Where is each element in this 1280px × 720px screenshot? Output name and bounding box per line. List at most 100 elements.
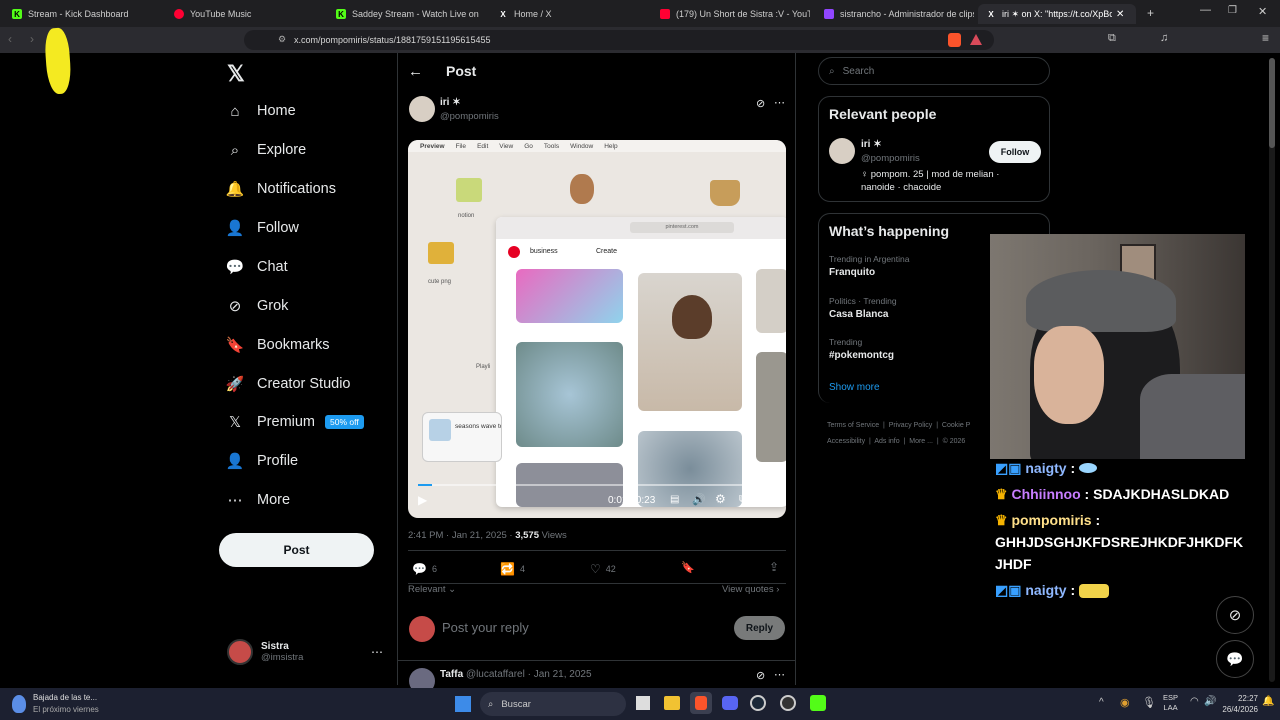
more-options-icon[interactable]: ⋯ xyxy=(774,96,785,109)
tab-twitch-clips[interactable]: sistrancho - Administrador de clips xyxy=(824,4,974,24)
extensions-icon[interactable]: ⧉ xyxy=(1108,32,1116,45)
language-indicator[interactable]: ESP LAA xyxy=(1163,693,1178,713)
back-icon[interactable]: ‹ xyxy=(8,32,12,46)
search-input[interactable]: ⌕ Search xyxy=(818,57,1050,85)
repost-action[interactable]: 🔁 4 xyxy=(500,562,525,576)
trend-item[interactable]: Trending in Argentina Franquito xyxy=(829,254,910,278)
window-titlebar: pinterest.com xyxy=(496,217,786,239)
show-more-link[interactable]: Show more xyxy=(829,382,880,393)
forward-icon[interactable]: › xyxy=(30,32,34,46)
pip-icon[interactable]: ⧉ xyxy=(739,493,747,506)
card-title: What’s happening xyxy=(829,223,950,239)
nav-item-follow[interactable]: 👤 Follow xyxy=(226,210,299,246)
tab-current-post[interactable]: X iri ✶ on X: "https://t.co/XpBcRk ✕ xyxy=(978,4,1136,24)
nav-item-creator-studio[interactable]: 🚀 Creator Studio xyxy=(226,366,351,402)
nav-item-grok[interactable]: ⊘ Grok xyxy=(227,288,289,324)
grok-float-icon[interactable]: ⊘ xyxy=(1216,596,1254,634)
tray-expand-icon[interactable]: ^ xyxy=(1099,697,1104,708)
author-avatar[interactable] xyxy=(409,96,435,122)
video-player[interactable]: Preview File Edit View Go Tools Window H… xyxy=(408,140,786,518)
nav-item-profile[interactable]: 👤 Profile xyxy=(226,443,298,479)
nav-item-bookmarks[interactable]: 🔖 Bookmarks xyxy=(226,327,330,363)
reply-input[interactable]: Post your reply xyxy=(442,620,529,635)
fullscreen-icon[interactable]: ⤢ xyxy=(762,493,771,506)
discord-icon[interactable] xyxy=(722,696,738,710)
pin-image xyxy=(638,273,742,411)
messages-float-icon[interactable]: 💬 xyxy=(1216,640,1254,678)
tab-youtube-music[interactable]: YouTube Music xyxy=(174,4,324,24)
nav-item-home[interactable]: ⌂ Home xyxy=(227,93,295,129)
author-name[interactable]: iri ✶ xyxy=(440,97,461,108)
more-options-icon[interactable]: ⋯ xyxy=(774,668,785,681)
brave-taskbar-icon[interactable] xyxy=(690,692,712,714)
tab-home-x[interactable]: X Home / X xyxy=(498,4,648,24)
grok-icon[interactable]: ⊘ xyxy=(756,97,765,110)
nav-item-chat[interactable]: 💬 Chat xyxy=(226,249,288,285)
account-switcher[interactable]: Sistra @imsistra xyxy=(227,639,303,665)
chat-message: ◩▣ naigty : xyxy=(995,457,1255,479)
nav-item-premium[interactable]: 𝕏 Premium 50% off xyxy=(227,404,364,440)
scrollbar-thumb[interactable] xyxy=(1269,58,1275,148)
video-progress-track[interactable] xyxy=(418,484,776,486)
close-tab-icon[interactable]: ✕ xyxy=(1116,9,1124,20)
volume-icon[interactable]: 🔊 xyxy=(1204,696,1216,707)
obs-icon[interactable] xyxy=(780,695,796,711)
play-icon[interactable]: ▶ xyxy=(418,493,427,507)
view-quotes-link[interactable]: View quotes › xyxy=(722,584,779,595)
nav-item-notifications[interactable]: 🔔 Notifications xyxy=(226,171,336,207)
windows-start-icon[interactable] xyxy=(455,696,471,712)
music-icon[interactable]: ♫ xyxy=(1160,32,1168,44)
settings-gear-icon[interactable]: ⚙ xyxy=(715,492,726,506)
reply-action[interactable]: 💬 6 xyxy=(412,562,437,576)
weather-icon[interactable] xyxy=(12,695,26,713)
menu-icon[interactable]: ≡ xyxy=(1262,31,1269,45)
tab-saddey-stream[interactable]: K Saddey Stream - Watch Live on K xyxy=(336,4,481,24)
wifi-icon[interactable]: ◠ xyxy=(1190,696,1199,707)
like-action[interactable]: ♡ 42 xyxy=(590,562,616,576)
site-info-icon[interactable]: ⚙ xyxy=(278,34,286,45)
nav-item-label: Notifications xyxy=(257,181,336,197)
kick-icon: K xyxy=(12,9,22,19)
maximize-icon[interactable]: ❐ xyxy=(1228,5,1237,16)
clock[interactable]: 22:27 26/4/2026 xyxy=(1218,693,1258,715)
trend-item[interactable]: Politics · Trending Casa Blanca xyxy=(829,296,897,320)
follow-button[interactable]: Follow xyxy=(989,141,1041,163)
new-tab-icon[interactable]: + xyxy=(1147,6,1154,20)
notification-bell-icon[interactable]: 🔔 xyxy=(1262,696,1274,707)
reply-button[interactable]: Reply xyxy=(734,616,785,640)
tab-youtube-short[interactable]: (179) Un Short de Sistra :V - YouTube xyxy=(660,4,810,24)
task-view-icon[interactable] xyxy=(636,696,650,710)
person-avatar[interactable] xyxy=(829,138,855,164)
grok-icon[interactable]: ⊘ xyxy=(756,669,765,682)
trend-item[interactable]: Trending #pokemontcg xyxy=(829,337,894,361)
volume-icon[interactable]: 🔊 xyxy=(692,493,706,506)
nav-item-explore[interactable]: ⌕ Explore xyxy=(227,132,306,168)
steam-icon[interactable] xyxy=(750,695,766,711)
search-icon: ⌕ xyxy=(230,141,240,159)
url-field[interactable]: ⚙ x.com/pompomiris/status/18817591511956… xyxy=(244,30,994,50)
captions-icon[interactable]: ▤ xyxy=(670,494,679,505)
tray-app-icon[interactable]: ◉ xyxy=(1120,696,1130,709)
bookmark-icon[interactable]: 🔖 xyxy=(681,561,695,574)
file-explorer-icon[interactable] xyxy=(664,696,680,710)
minimize-icon[interactable]: — xyxy=(1200,4,1211,16)
account-more-icon[interactable]: ⋯ xyxy=(371,645,383,659)
page-scrollbar[interactable] xyxy=(1269,58,1275,682)
stream-chat-overlay: ◩▣ naigty : ♛ Chhiinnoo : SDAJKDHASLDKAD… xyxy=(995,457,1255,601)
kick-app-icon[interactable] xyxy=(810,695,826,711)
back-arrow-icon[interactable]: ← xyxy=(408,63,423,80)
nav-item-more[interactable]: ⋯ More xyxy=(227,482,291,518)
close-window-icon[interactable]: ✕ xyxy=(1258,5,1267,18)
brave-shield-icon[interactable] xyxy=(948,33,961,47)
reply-sort-dropdown[interactable]: Relevant ⌄ xyxy=(408,584,456,595)
taskbar-search[interactable]: ⌕ Buscar xyxy=(480,692,626,716)
x-logo-icon[interactable]: 𝕏 xyxy=(227,61,245,87)
author-handle[interactable]: @pompomiris xyxy=(440,111,499,122)
tab-kick-dashboard[interactable]: K Stream - Kick Dashboard xyxy=(12,4,162,24)
reply-author-line: Taffa @lucataffarel · Jan 21, 2025 xyxy=(440,669,592,680)
post-button[interactable]: Post xyxy=(219,533,374,567)
microphone-icon[interactable]: 🎙 xyxy=(1142,696,1156,709)
notification-title[interactable]: Bajada de las te... xyxy=(33,693,97,702)
share-icon[interactable]: ⇪ xyxy=(769,560,779,574)
brave-rewards-icon[interactable] xyxy=(970,34,982,45)
